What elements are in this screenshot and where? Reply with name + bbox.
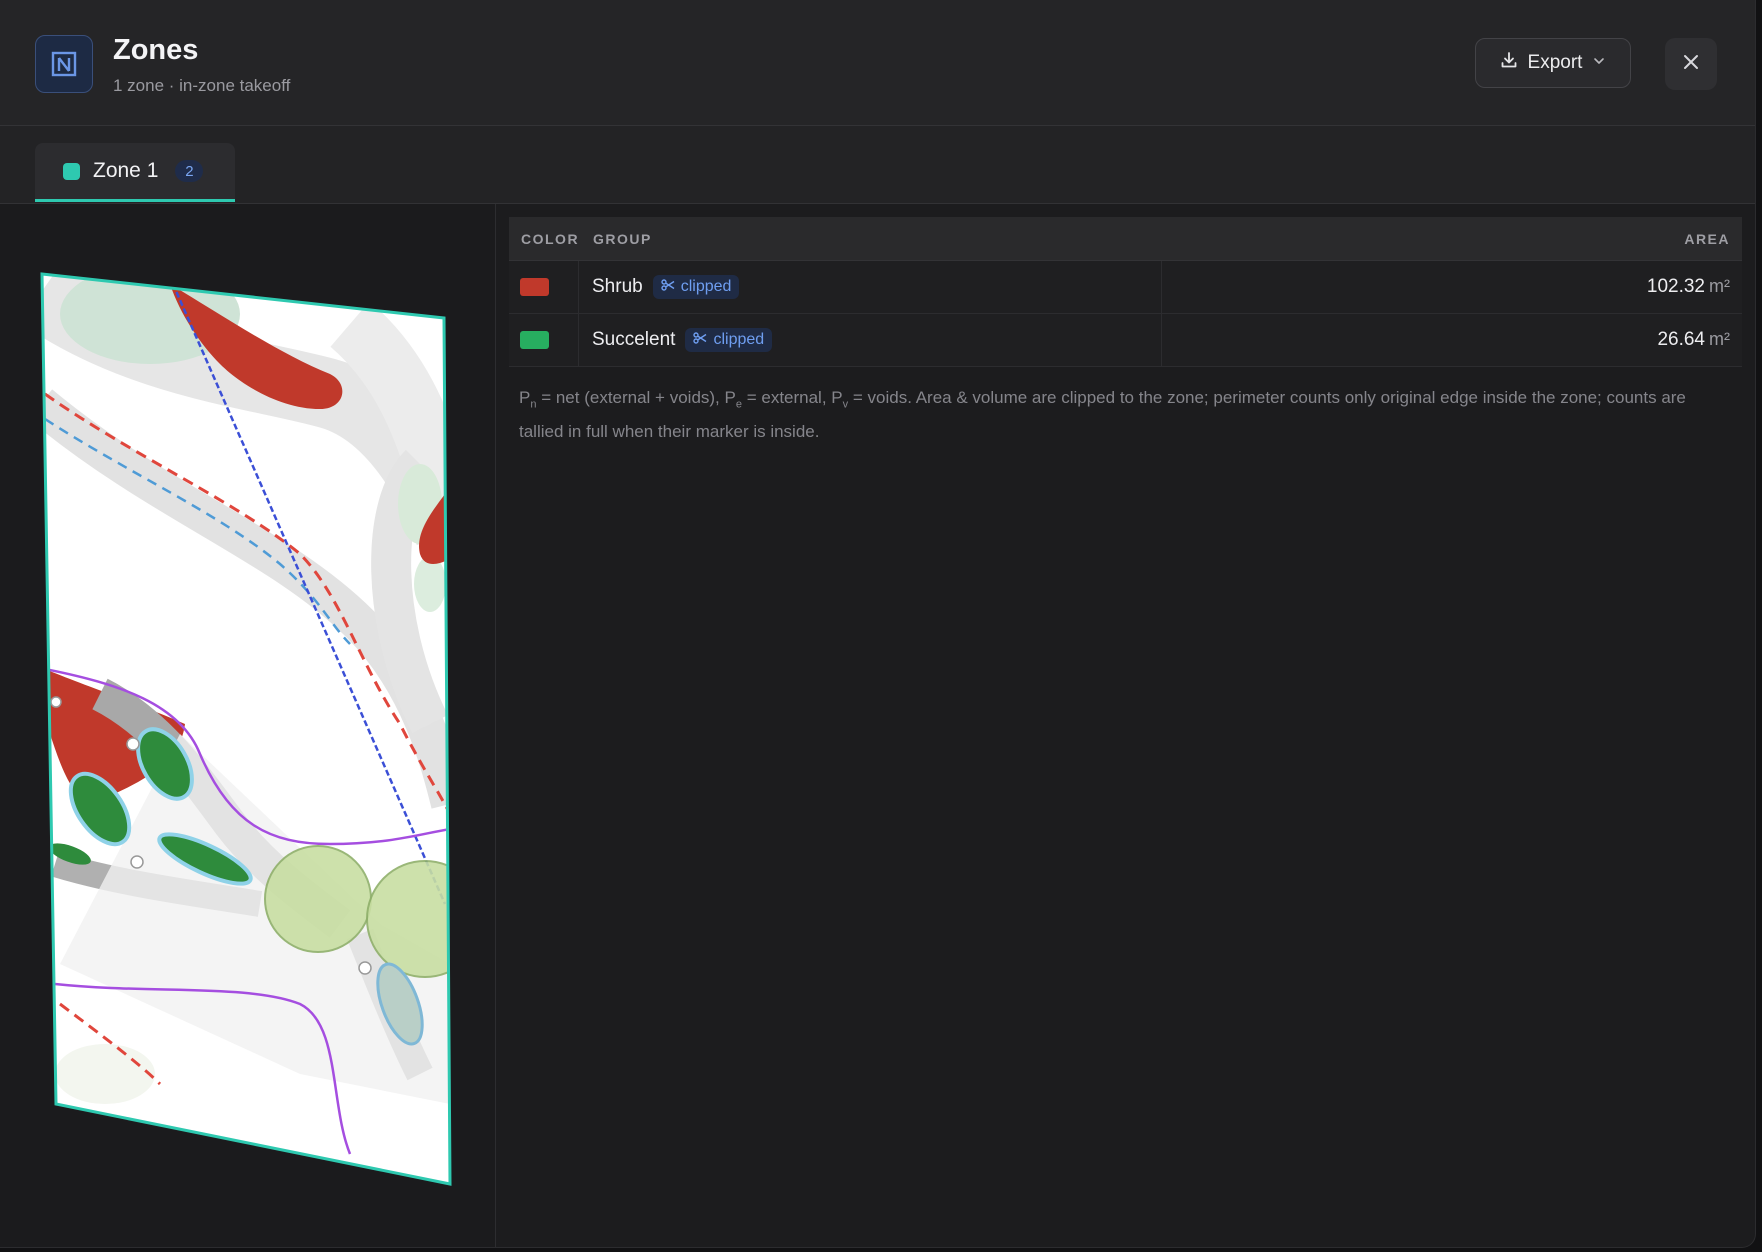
table-row[interactable]: Shrub clipped 102.32 m² xyxy=(509,261,1742,314)
group-color-swatch xyxy=(520,331,549,349)
zones-icon xyxy=(35,35,93,93)
zone-map-preview xyxy=(0,204,496,1247)
page-subtitle: 1 zone · in-zone takeoff xyxy=(113,76,291,95)
tab-zone-1[interactable]: Zone 1 2 xyxy=(35,143,235,202)
download-icon xyxy=(1500,51,1518,75)
scissors-icon xyxy=(661,278,675,296)
note-part-2: = external, xyxy=(741,388,832,407)
zones-dialog: Zones 1 zone · in-zone takeoff Export Zo… xyxy=(0,0,1756,1248)
column-header-area: AREA xyxy=(1684,230,1730,247)
area-cell: 102.32 m² xyxy=(1162,276,1742,298)
tab-count-badge: 2 xyxy=(175,160,204,182)
area-value: 26.64 xyxy=(1657,329,1705,350)
color-cell xyxy=(509,314,579,366)
zone-color-swatch xyxy=(63,162,80,180)
table-row[interactable]: Succelent clipped 26.64 m² xyxy=(509,314,1742,367)
dialog-header: Zones 1 zone · in-zone takeoff Export xyxy=(0,0,1755,126)
group-cell: Shrub clipped xyxy=(579,261,1162,313)
close-icon xyxy=(1681,52,1701,77)
legend-note: Pn = net (external + voids), Pe = extern… xyxy=(519,388,1686,442)
area-unit: m² xyxy=(1709,329,1730,349)
clipped-badge: clipped xyxy=(685,328,773,352)
group-name: Succelent xyxy=(592,329,676,350)
group-color-swatch xyxy=(520,278,549,296)
clipped-label: clipped xyxy=(680,278,732,295)
close-button[interactable] xyxy=(1665,38,1717,90)
chevron-down-icon xyxy=(1592,52,1606,74)
scissors-icon xyxy=(693,331,707,349)
zone-tabs: Zone 1 2 xyxy=(0,126,1755,204)
table-header: COLOR GROUP AREA xyxy=(509,217,1742,261)
clipped-label: clipped xyxy=(713,331,765,348)
clipped-badge: clipped xyxy=(652,275,740,299)
export-label: Export xyxy=(1527,52,1583,73)
color-cell xyxy=(509,261,579,313)
area-cell: 26.64 m² xyxy=(1162,329,1742,351)
group-cell: Succelent clipped xyxy=(579,314,1162,366)
note-part-1: = net (external + voids), xyxy=(536,388,725,407)
export-button[interactable]: Export xyxy=(1475,38,1631,88)
tab-label: Zone 1 xyxy=(93,159,159,182)
page-title: Zones xyxy=(113,34,199,66)
group-name: Shrub xyxy=(592,276,643,297)
column-header-color: COLOR xyxy=(521,230,580,247)
area-unit: m² xyxy=(1709,276,1730,296)
column-header-group: GROUP xyxy=(593,230,652,247)
area-value: 102.32 xyxy=(1646,276,1705,297)
takeoff-table: COLOR GROUP AREA Shrub clipped 102.32 m²… xyxy=(509,217,1742,367)
zone-drawing xyxy=(40,272,452,1186)
